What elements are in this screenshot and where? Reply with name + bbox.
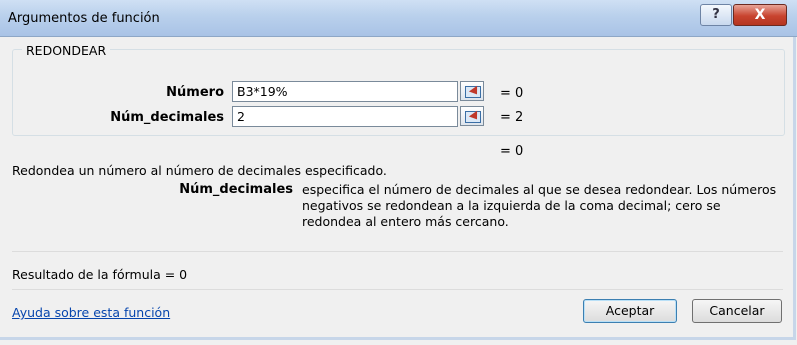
formula-result: Resultado de la fórmula = 0 (12, 267, 188, 282)
cancel-button[interactable]: Cancelar (692, 299, 782, 323)
help-link[interactable]: Ayuda sobre esta función (12, 305, 170, 320)
numero-input[interactable] (232, 81, 458, 102)
function-result: = 0 (500, 144, 524, 159)
argument-help-label: Núm_decimales (179, 182, 293, 197)
arg-label-numero: Número (166, 85, 224, 100)
divider (12, 289, 783, 290)
argument-help-text: especifica el número de decimales al que… (302, 182, 777, 229)
dialog-body: REDONDEAR Número = 0 Núm_decimales = 2 =… (0, 37, 796, 340)
help-button[interactable]: ? (700, 4, 732, 26)
numero-result: = 0 (500, 86, 524, 101)
question-icon: ? (712, 7, 720, 22)
divider (12, 251, 783, 252)
window-title: Argumentos de función (8, 11, 160, 26)
num-decimales-input[interactable] (232, 106, 458, 127)
close-icon: X (754, 7, 766, 23)
num-decimales-collapse-button[interactable] (460, 106, 484, 126)
ok-button[interactable]: Aceptar (583, 299, 677, 323)
num-decimales-result: = 2 (500, 110, 524, 125)
function-description: Redondea un número al número de decimale… (12, 163, 387, 178)
close-button[interactable]: X (733, 4, 787, 26)
arg-label-num-decimales: Núm_decimales (110, 110, 224, 125)
numero-collapse-button[interactable] (460, 81, 484, 101)
title-bar: Argumentos de función ? X (0, 0, 797, 37)
function-name: REDONDEAR (22, 43, 111, 58)
